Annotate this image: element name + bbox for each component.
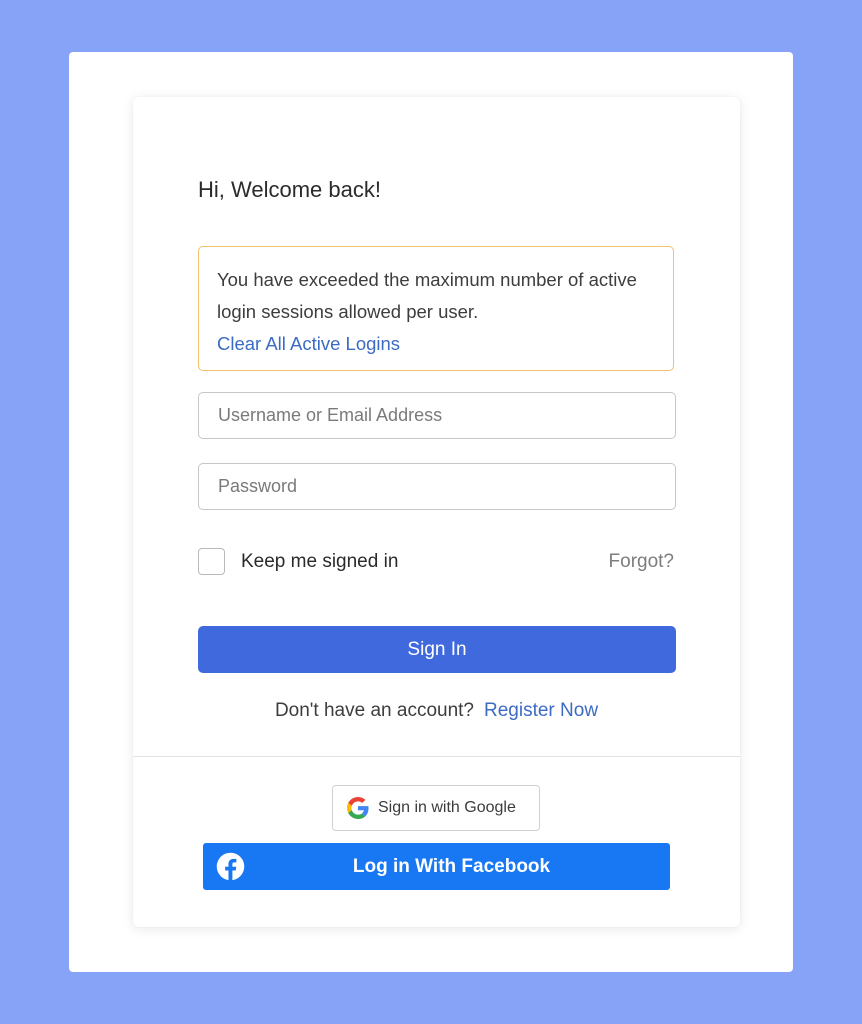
greeting-heading: Hi, Welcome back! (198, 177, 381, 202)
keep-signed-in-row: Keep me signed in Forgot? (198, 547, 676, 577)
alert-message: You have exceeded the maximum number of … (217, 269, 637, 322)
register-prompt: Don't have an account? (274, 700, 474, 721)
register-now-link[interactable]: Register Now (484, 700, 598, 721)
sign-in-button[interactable]: Sign In (198, 626, 676, 673)
keep-signed-in-label[interactable]: Keep me signed in (241, 551, 398, 573)
forgot-password-link[interactable]: Forgot? (609, 551, 674, 573)
google-sign-in-label: Sign in with Google (378, 799, 516, 816)
password-input[interactable] (198, 463, 676, 510)
outer-panel: Hi, Welcome back! You have exceeded the … (69, 52, 793, 972)
register-row: Don't have an account? Register Now (133, 700, 740, 722)
google-icon (347, 797, 369, 819)
login-card: Hi, Welcome back! You have exceeded the … (133, 97, 740, 927)
facebook-login-button[interactable]: Log in With Facebook (203, 843, 670, 890)
username-input[interactable] (198, 392, 676, 439)
keep-signed-in-checkbox[interactable] (198, 548, 225, 575)
clear-active-logins-link[interactable]: Clear All Active Logins (217, 328, 655, 360)
google-sign-in-button[interactable]: Sign in with Google (332, 785, 540, 831)
session-limit-alert: You have exceeded the maximum number of … (198, 246, 674, 371)
facebook-login-label: Log in With Facebook (352, 856, 551, 877)
section-divider (133, 756, 740, 757)
